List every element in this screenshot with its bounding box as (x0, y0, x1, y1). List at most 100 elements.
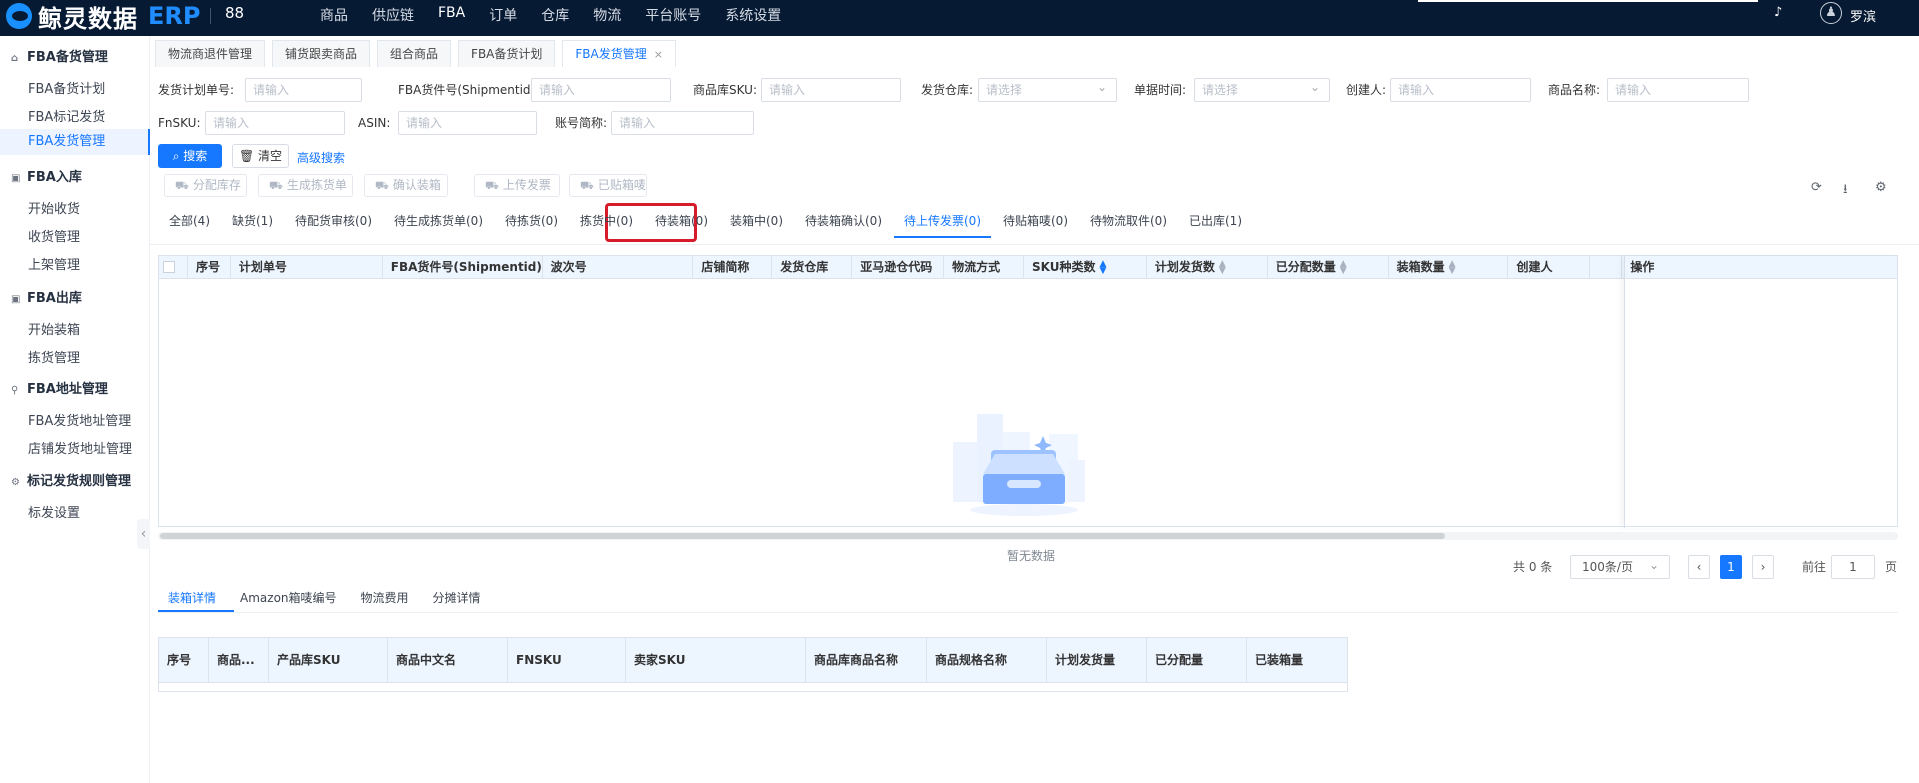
detail-table-header: 序号 商品... 产品库SKU 商品中文名 FNSKU 卖家SKU 商品库商品名… (159, 638, 1347, 683)
sidebar-item-mark-settings[interactable]: 标发设置 (28, 502, 80, 521)
logo-erp: ERP (148, 2, 201, 30)
sidebar-item-fba-mark-shipping[interactable]: FBA标记发货 (28, 106, 105, 125)
horizontal-scrollbar[interactable] (158, 532, 1898, 540)
refresh-icon[interactable]: ⟳ (1811, 180, 1822, 195)
column-sku-types[interactable]: SKU种类数 ▲ ▼ (1024, 256, 1147, 279)
trash-icon: 🗑 (238, 149, 259, 163)
asin-input[interactable]: 请输入 (398, 111, 537, 135)
logo[interactable]: 鲸灵数据 ERP (6, 2, 201, 33)
previous-page-button[interactable]: ‹ (1688, 555, 1710, 579)
logo-text: 鲸灵数据 (38, 4, 138, 33)
column-packed-quantity[interactable]: 装箱数量 ▲ ▼ (1389, 256, 1509, 279)
labeled-boxes-button[interactable]: ⛟ 已贴箱唛 (569, 174, 647, 197)
sidebar-item-shelving-management[interactable]: 上架管理 (28, 254, 80, 273)
sidebar-item-fba-shipping-management[interactable]: FBA发货管理 (0, 129, 150, 155)
product-name-input[interactable]: 请输入 (1607, 78, 1749, 102)
page-size-select[interactable]: 100条/页 ⌄ (1570, 555, 1670, 579)
top-menu-item-warehouse[interactable]: 仓库 (541, 5, 569, 25)
confirm-packing-button[interactable]: ⛟ 确认装箱 (364, 174, 448, 197)
search-button[interactable]: ⌕ 搜索 (158, 144, 222, 168)
sidebar-item-picking-management[interactable]: 拣货管理 (28, 347, 80, 366)
status-tab-pending-invoice-upload[interactable]: 待上传发票(0) (894, 212, 991, 238)
generate-picking-list-button[interactable]: ⛟ 生成拣货单 (258, 174, 353, 197)
app-switcher-icon[interactable]: 88 (225, 4, 244, 22)
status-tab-pending-picking[interactable]: 待拣货(0) (505, 212, 558, 230)
tab-fba-stock-plan[interactable]: FBA备货计划 (458, 40, 556, 67)
settings-gear-icon[interactable]: ⚙ (1875, 180, 1887, 195)
sidebar-item-fba-shipping-address[interactable]: FBA发货地址管理 (28, 410, 131, 429)
clear-button[interactable]: 🗑 清空 (232, 144, 289, 168)
status-tab-pending-pickup[interactable]: 待物流取件(0) (1090, 212, 1167, 230)
tab-combo-products[interactable]: 组合商品 (377, 40, 452, 67)
tab-logistics-returns[interactable]: 物流商退件管理 (155, 40, 266, 67)
top-menu-item-system-settings[interactable]: 系统设置 (725, 5, 781, 25)
fnsku-input[interactable]: 请输入 (205, 111, 345, 135)
sidebar-item-receiving-management[interactable]: 收货管理 (28, 226, 80, 245)
detail-tab-packing[interactable]: 装箱详情 (168, 589, 216, 606)
goto-page-input[interactable]: 1 (1831, 555, 1875, 579)
home-icon: ⌂ (11, 53, 19, 64)
status-tab-packing-confirmation[interactable]: 待装箱确认(0) (805, 212, 882, 230)
current-user-name[interactable]: 罗滨 (1850, 6, 1876, 25)
sidebar-item-start-receiving[interactable]: 开始收货 (28, 198, 80, 217)
account-short-name-input[interactable]: 请输入 (611, 111, 754, 135)
status-tab-all[interactable]: 全部(4) (169, 212, 210, 230)
tab-fba-shipping-management[interactable]: FBA发货管理 × (562, 40, 676, 67)
creator-input[interactable]: 请输入 (1390, 78, 1531, 102)
status-tab-generate-picking[interactable]: 待生成拣货单(0) (394, 212, 483, 230)
advanced-search-link[interactable]: 高级搜索 (297, 149, 345, 166)
status-tab-picking[interactable]: 拣货中(0) (580, 212, 633, 230)
top-menu-item-orders[interactable]: 订单 (489, 5, 517, 25)
user-avatar-icon[interactable]: ♟ (1820, 2, 1842, 24)
sidebar-item-fba-stock-plan[interactable]: FBA备货计划 (28, 78, 105, 97)
next-page-button[interactable]: › (1752, 555, 1774, 579)
top-menu-item-platform-accounts[interactable]: 平台账号 (645, 5, 701, 25)
sidebar-group-mark-rules[interactable]: ⚙ 标记发货规则管理 (11, 470, 131, 489)
notification-bell-icon[interactable]: ♪ (1774, 5, 1782, 20)
detail-tab-amazon-box-labels[interactable]: Amazon箱唛编号 (240, 589, 337, 606)
status-tab-packing[interactable]: 装箱中(0) (730, 212, 783, 230)
sidebar-item-start-packing[interactable]: 开始装箱 (28, 319, 80, 338)
current-page-button[interactable]: 1 (1720, 555, 1742, 579)
select-all-checkbox-cell[interactable] (159, 256, 188, 279)
detail-tab-logistics-costs[interactable]: 物流费用 (361, 589, 409, 606)
scrollbar-thumb[interactable] (160, 533, 1445, 539)
allocate-stock-button[interactable]: ⛟ 分配库存 (164, 174, 247, 197)
sidebar-group-fba-inbound[interactable]: ▣ FBA入库 (11, 166, 82, 185)
status-tab-shipped[interactable]: 已出库(1) (1189, 212, 1242, 230)
document-time-select[interactable]: 请选择 (1194, 76, 1330, 102)
sidebar-group-fba-outbound[interactable]: ▣ FBA出库 (11, 287, 82, 306)
status-tab-allocation-review[interactable]: 待配货审核(0) (295, 212, 372, 230)
top-menu-item-supply-chain[interactable]: 供应链 (372, 5, 414, 25)
sort-icon[interactable]: ▲ ▼ (1219, 259, 1227, 275)
column-planned-quantity[interactable]: 计划发货数 ▲ ▼ (1147, 256, 1268, 279)
top-menu-item-logistics[interactable]: 物流 (593, 5, 621, 25)
checkbox[interactable] (163, 261, 175, 273)
column-allocated-quantity[interactable]: 已分配数量 ▲ ▼ (1268, 256, 1389, 279)
plan-number-input[interactable]: 请输入 (245, 78, 362, 102)
top-menu-item-fba[interactable]: FBA (438, 5, 465, 25)
detail-tabs-divider (158, 612, 1898, 613)
sidebar-item-store-shipping-address[interactable]: 店铺发货地址管理 (28, 438, 132, 457)
sort-icon[interactable]: ▲ ▼ (1449, 259, 1457, 275)
sidebar-group-fba-address[interactable]: ⚲ FBA地址管理 (11, 378, 108, 397)
sort-ascending-icon[interactable]: ▲ ▼ (1099, 259, 1107, 275)
shipment-id-input[interactable]: 请输入 (531, 78, 671, 102)
detail-column-allocated-quantity: 已分配量 (1147, 638, 1247, 683)
main-content: 物流商退件管理 铺货跟卖商品 组合商品 FBA备货计划 FBA发货管理 × 发货计… (150, 36, 1919, 783)
sidebar-collapse-handle[interactable]: ‹ (137, 519, 150, 549)
close-tab-icon[interactable]: × (654, 48, 663, 61)
sidebar-group-fba-stock[interactable]: ⌂ FBA备货管理 (11, 46, 108, 65)
product-sku-input[interactable]: 请输入 (761, 78, 901, 102)
status-tab-pending-packing[interactable]: 待装箱(0) (655, 212, 708, 230)
sort-icon[interactable]: ▲ ▼ (1340, 259, 1348, 275)
warehouse-select[interactable]: 请选择 (978, 76, 1117, 102)
upload-invoice-button[interactable]: ⛟ 上传发票 (474, 174, 560, 197)
detail-tab-allocation-details[interactable]: 分摊详情 (433, 589, 481, 606)
tab-listing-products[interactable]: 铺货跟卖商品 (272, 40, 371, 67)
download-icon[interactable]: ⭳ (1843, 180, 1848, 202)
status-tab-out-of-stock[interactable]: 缺货(1) (232, 212, 273, 230)
column-wave-number: 波次号 (543, 256, 694, 279)
top-menu-item-products[interactable]: 商品 (320, 5, 348, 25)
status-tab-pending-labels[interactable]: 待贴箱唛(0) (1003, 212, 1068, 230)
